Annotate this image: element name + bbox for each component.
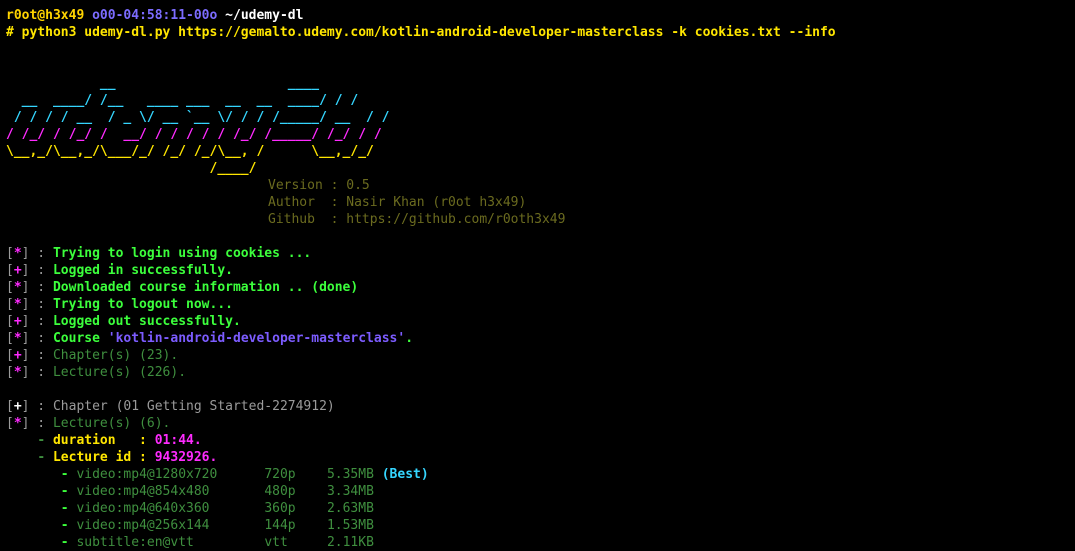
stream-row: - video:mp4@256x144 144p 1.53MB [60,518,374,533]
stream-row: - video:mp4@1280x720 720p 5.35MB (Best) [60,467,429,482]
status-line: [*] : Trying to logout now... [6,297,233,312]
lectures-line: [*] : Lecture(s) (6). [6,416,171,431]
status-line: [+] : Logged in successfully. [6,263,233,278]
info-author: Author : Nasir Khan (r0ot h3x49) [268,195,527,210]
info-github: Github : https://github.com/r0oth3x49 [268,212,566,227]
stream-row: - video:mp4@640x360 360p 2.63MB [60,501,374,516]
prompt-time: o00-04:58:11-00o [92,8,218,23]
terminal-window[interactable]: r0ot@h3x49 o00-04:58:11-00o ~/udemy-dl #… [0,0,1075,550]
banner-line-3: / / / / __ / _ \/ __ `__ \/ / / /_____/ … [6,110,390,125]
status-line: [+] : Logged out successfully. [6,314,241,329]
duration-line: - duration : 01:44. [37,433,202,448]
banner-line-2: __ ____/ /__ ____ ___ __ __ ____/ / / [6,93,359,108]
command-line: # python3 udemy-dl.py https://gemalto.ud… [6,25,836,40]
lecture-id-line: - Lecture id : 9432926. [37,450,218,465]
prompt-path: ~/udemy-dl [225,8,304,23]
stream-row: - subtitle:en@vtt vtt 2.11KB [60,535,374,550]
chapter-line: [+] : Chapter (01 Getting Started-227491… [6,399,335,414]
banner-line-6: /____/ [6,161,257,176]
shell-prompt: r0ot@h3x49 o00-04:58:11-00o ~/udemy-dl [6,7,1075,24]
prompt-user: r0ot@h3x49 [6,8,85,23]
course-name: 'kotlin-android-developer-masterclass' [107,331,406,346]
banner-line-1: __ ____ [6,76,320,91]
status-line-course: [*] : Course 'kotlin-android-developer-m… [6,331,414,346]
banner-line-4: / /_/ / /_/ / __/ / / / / / /_/ /_____/ … [6,127,382,142]
best-badge: (Best) [381,467,429,482]
status-line: [*] : Lecture(s) (226). [6,365,187,380]
info-version: Version : 0.5 [268,178,370,193]
status-line: [*] : Trying to login using cookies ... [6,246,312,261]
status-line: [+] : Chapter(s) (23). [6,348,179,363]
stream-row: - video:mp4@854x480 480p 3.34MB [60,484,374,499]
banner-line-5: \__,_/\__,_/\___/_/ /_/ /_/\__, / \__,_/… [6,144,374,159]
ascii-banner: __ ____ __ ____/ /__ ____ ___ __ __ ____… [6,75,1075,177]
status-line: [*] : Downloaded course information .. (… [6,280,359,295]
